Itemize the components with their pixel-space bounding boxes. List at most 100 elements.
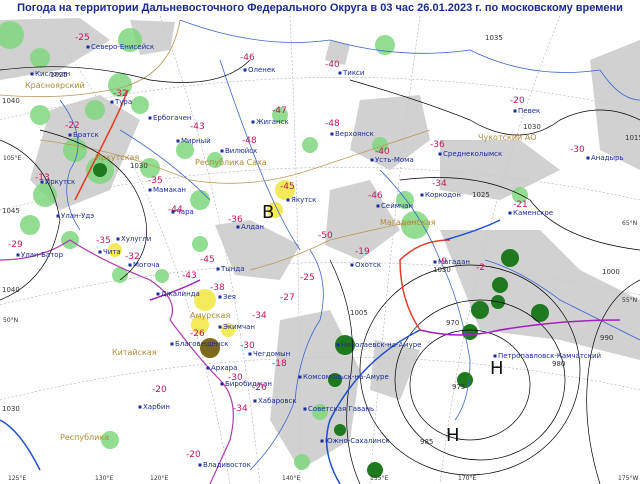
map-canvas: Северо-ЕнисейскКислоканТураЕрбогаченМирн… [0,15,640,484]
temperature-label: -48 [242,136,257,146]
isobar-label: 1030 [433,266,451,274]
city-marker [253,399,257,403]
temperature-label: -22 [65,121,80,131]
region-label: Республика [60,433,109,442]
isobar-label: 1030 [130,162,148,170]
city-marker [248,352,252,356]
city-label: Верхоянск [335,130,374,138]
city-label: Джалинда [161,290,200,298]
city-marker [16,253,20,257]
coordinate-label: 140°E [282,475,300,482]
region-label: Иркутская [95,153,139,162]
temperature-label: -19 [355,247,370,257]
city-marker [68,133,72,137]
isobar-label: 1035 [485,34,503,42]
city-marker [220,382,224,386]
city-label: Хулугли [121,235,151,243]
city-label: Северо-Енисейск [91,43,154,51]
temperature-label: -43 [182,271,197,281]
city-marker [513,109,517,113]
city-label: Якутск [291,196,316,204]
temperature-label: -30 [228,373,243,383]
temperature-label: -26 [190,329,205,339]
city-label: Архара [211,364,237,372]
temperature-label: -21 [513,200,528,210]
city-label: Тында [220,265,245,273]
city-marker [251,120,255,124]
temperature-label: -40 [375,147,390,157]
temperature-label: -47 [272,106,287,116]
city-marker [110,100,114,104]
region-label: Красноярский [25,81,85,90]
city-marker [236,225,240,229]
city-marker [98,250,102,254]
temperature-label: -20 [152,385,167,395]
city-label: Коркодон [425,191,461,199]
city-label: Харбин [143,403,170,411]
city-marker [336,343,340,347]
city-label: Южно-Сахалинск [325,437,390,445]
city-marker [298,375,302,379]
temperature-label: -13 [35,173,50,183]
city-marker [350,263,354,267]
temperature-label: -30 [570,145,585,155]
city-marker [138,405,142,409]
city-label: Каменское [513,209,553,217]
region-label: Амурская [190,311,230,320]
city-marker [220,149,224,153]
city-marker [243,68,247,72]
temperature-label: -2 [476,263,485,273]
region-label: Магаданская [380,218,436,227]
isobar-label: 1025 [50,71,68,79]
region-label: Чукотский АО [478,133,537,142]
pressure-center-label: В [262,202,274,223]
temperature-label: -45 [200,255,215,265]
temperature-label: -38 [210,283,225,293]
city-label: Охотск [355,261,381,269]
city-label: Чегдомын [253,350,290,358]
city-label: Николаевск-на-Амуре [341,341,421,349]
city-marker [170,342,174,346]
city-label: Мамакан [153,186,186,194]
isobar-label: 980 [552,360,565,368]
coordinate-label: 105°E [3,155,21,162]
region-label: Республика Саха [195,158,267,167]
city-label: Тура [114,98,132,106]
city-label: Сеймчан [381,202,413,210]
city-marker [586,156,590,160]
city-marker [206,366,210,370]
city-label: Хабаровск [258,397,297,405]
temperature-label: -25 [300,273,315,283]
coordinate-label: 55°N [622,297,637,304]
isobar-label: 1000 [602,268,620,276]
isobar-label: 1040 [2,97,20,105]
city-marker [86,45,90,49]
city-marker [303,407,307,411]
coordinate-label: 130°E [95,475,113,482]
coordinate-label: 155°E [370,475,388,482]
city-label: Комсомольск-на-Амуре [303,373,389,381]
city-label: Жиганск [256,118,289,126]
city-marker [128,263,132,267]
region-label: Китайская [112,348,157,357]
city-label: Зея [223,293,236,301]
city-marker [320,439,324,443]
isobar-label: 990 [600,334,613,342]
city-label: Алдан [241,223,264,231]
temperature-label: -20 [510,96,525,106]
city-label: Усть-Мома [375,156,414,164]
city-label: Благовещенск [175,340,229,348]
temperature-label: -48 [325,119,340,129]
temperature-label: -46 [240,53,255,63]
temperature-label: -26 [252,383,267,393]
pressure-center-label: Н [446,425,460,446]
city-marker [216,267,220,271]
city-label: Петропавловск-Камчатский [498,352,601,360]
city-marker [433,260,437,264]
coordinate-label: 175°W [618,475,638,482]
coordinate-label: 125°E [8,475,26,482]
temperature-label: -36 [430,140,445,150]
city-marker [286,198,290,202]
temperature-label: -44 [168,205,183,215]
city-marker [438,152,442,156]
